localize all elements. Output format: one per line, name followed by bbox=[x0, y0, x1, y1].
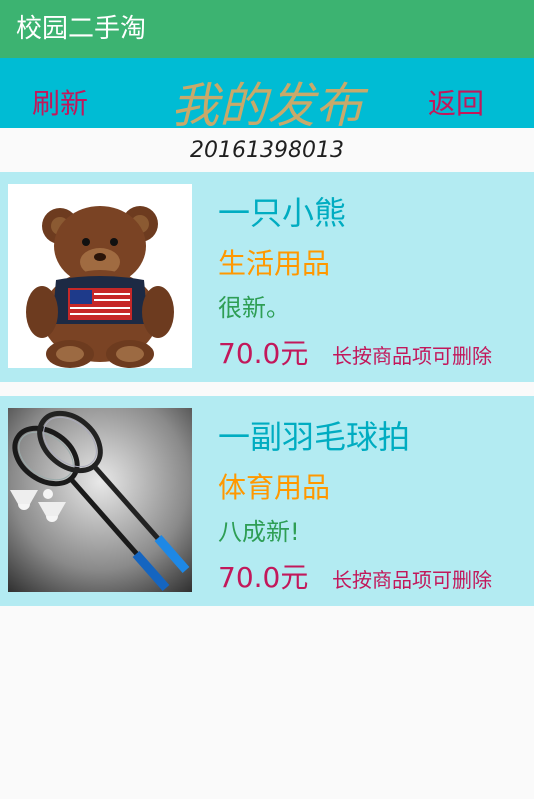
badminton-rackets-image bbox=[8, 408, 192, 592]
item-category: 体育用品 bbox=[218, 471, 331, 504]
item-name: 一副羽毛球拍 bbox=[218, 418, 411, 456]
item-name: 一只小熊 bbox=[218, 194, 347, 232]
item-category: 生活用品 bbox=[218, 247, 331, 280]
item-description: 很新。 bbox=[218, 294, 290, 322]
app-title-bar: 校园二手淘 bbox=[0, 0, 534, 58]
item-description: 八成新! bbox=[218, 518, 300, 546]
toolbar: 刷新 我的发布 返回 bbox=[0, 58, 534, 134]
item-price: 70.0元 bbox=[218, 337, 309, 370]
delete-hint: 长按商品项可删除 bbox=[332, 344, 492, 368]
listings-list: 一只小熊 生活用品 很新。 70.0元 长按商品项可删除 一副羽毛球拍 体育用品… bbox=[0, 172, 534, 606]
teddy-bear-image bbox=[8, 184, 192, 368]
list-item[interactable]: 一副羽毛球拍 体育用品 八成新! 70.0元 长按商品项可删除 bbox=[0, 396, 534, 606]
back-button[interactable]: 返回 bbox=[428, 82, 484, 122]
delete-hint: 长按商品项可删除 bbox=[332, 568, 492, 592]
item-price: 70.0元 bbox=[218, 561, 309, 594]
app-title: 校园二手淘 bbox=[16, 14, 147, 44]
list-item[interactable]: 一只小熊 生活用品 很新。 70.0元 长按商品项可删除 bbox=[0, 172, 534, 382]
